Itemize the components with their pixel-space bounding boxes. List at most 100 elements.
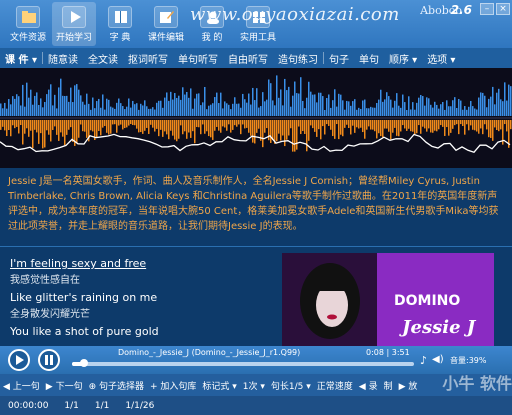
waveform-bar <box>306 120 308 152</box>
waveform-bar <box>80 120 82 125</box>
tool-start-learning[interactable]: 开始学习 <box>52 2 96 46</box>
waveform-bar <box>212 120 214 140</box>
waveform-bar <box>278 97 280 116</box>
waveform-bar <box>232 120 234 130</box>
waveform-bar <box>280 120 282 141</box>
waveform-bar <box>244 120 246 129</box>
waveform-bar <box>328 94 330 116</box>
sentence-length-dropdown[interactable]: 句长1/5 ▾ <box>268 379 314 392</box>
make-button[interactable]: 制 <box>381 379 396 392</box>
menu-full-read[interactable]: 全文读 <box>83 51 123 66</box>
speaker-icon[interactable]: ◀) <box>432 354 444 365</box>
audio-waveform[interactable] <box>0 68 512 168</box>
waveform-bar <box>300 120 302 135</box>
waveform-bar <box>428 98 430 116</box>
waveform-bar <box>400 120 402 132</box>
waveform-bar <box>298 93 300 116</box>
player-bar: Domino_-_Jessie_J (Domino_-_Jessie_J_r1.… <box>0 346 512 374</box>
menu-sentence-practice[interactable]: 造句练习 <box>273 51 323 66</box>
close-icon[interactable]: × <box>496 3 510 15</box>
menu-courseware[interactable]: 课 件 ▾ <box>0 51 42 66</box>
waveform-bar <box>368 108 370 116</box>
menu-options[interactable]: 选项 ▾ <box>422 51 460 66</box>
waveform-bar <box>278 120 280 134</box>
add-to-sentence-bank-button[interactable]: + 加入句库 <box>147 379 199 392</box>
waveform-bar <box>308 81 310 116</box>
tool-label: 文件资源 <box>9 33 46 43</box>
progress-handle[interactable] <box>79 359 88 367</box>
waveform-bar <box>64 120 66 146</box>
next-sentence-button[interactable]: ▶ 下一句 <box>43 379 86 392</box>
menu-sentences[interactable]: 句子 <box>324 51 354 66</box>
waveform-bar <box>442 102 444 116</box>
waveform-bar <box>234 97 236 116</box>
waveform-bar <box>58 120 60 141</box>
waveform-bar <box>230 109 232 116</box>
tool-courseware-edit[interactable]: 课件编辑 <box>144 2 188 46</box>
pause-button[interactable] <box>38 349 60 371</box>
waveform-bar <box>184 120 186 132</box>
waveform-bar <box>18 96 20 116</box>
waveform-bar <box>226 120 228 131</box>
marker-style-dropdown[interactable]: 标记式 ▾ <box>199 379 239 392</box>
waveform-bar <box>16 94 18 116</box>
waveform-bar <box>436 104 438 116</box>
waveform-bar <box>450 106 452 116</box>
tool-dictionary[interactable]: 字 典 <box>98 2 142 46</box>
waveform-bar <box>368 120 370 127</box>
repeat-count-dropdown[interactable]: 1次 ▾ <box>240 379 268 392</box>
tool-label: 字 典 <box>109 33 131 43</box>
waveform-bar <box>246 120 248 128</box>
play-button[interactable] <box>8 349 30 371</box>
menu-free-read[interactable]: 随意读 <box>43 51 83 66</box>
waveform-bar <box>116 120 118 133</box>
waveform-bar <box>384 99 386 116</box>
waveform-bar <box>218 120 220 131</box>
progress-bar[interactable] <box>72 362 414 366</box>
waveform-bar <box>104 120 106 127</box>
waveform-bar <box>442 120 444 127</box>
waveform-bar <box>270 120 272 143</box>
waveform-bar <box>302 120 304 132</box>
waveform-bar <box>270 83 272 116</box>
waveform-bar <box>210 120 212 138</box>
waveform-bar <box>24 106 26 116</box>
waveform-bar <box>78 120 80 138</box>
lyric-line-current[interactable]: I'm feeling sexy and free <box>10 257 146 270</box>
waveform-bar <box>80 95 82 116</box>
waveform-bar <box>310 91 312 116</box>
menu-order[interactable]: 顺序 ▾ <box>384 51 422 66</box>
menu-sentence-dictation[interactable]: 单句听写 <box>173 51 223 66</box>
waveform-bar <box>150 108 152 116</box>
waveform-bar <box>362 100 364 116</box>
menu-single-sentence[interactable]: 单句 <box>354 51 384 66</box>
prev-sentence-button[interactable]: ◀ 上一句 <box>0 379 43 392</box>
waveform-bar <box>334 89 336 116</box>
waveform-bar <box>286 90 288 116</box>
music-note-icon[interactable]: ♪ <box>420 354 427 367</box>
waveform-bar <box>484 95 486 116</box>
menu-word-dictation[interactable]: 抠词听写 <box>123 51 173 66</box>
waveform-bar <box>70 87 72 116</box>
play-back-button[interactable]: ▶ 放 <box>396 379 421 392</box>
waveform-bar <box>466 109 468 116</box>
waveform-bar <box>268 79 270 116</box>
waveform-bar <box>422 120 424 127</box>
waveform-bar <box>446 120 448 128</box>
waveform-bar <box>140 103 142 116</box>
menu-free-dictation[interactable]: 自由听写 <box>223 51 273 66</box>
waveform-bar <box>186 120 188 139</box>
speed-button[interactable]: 正常速度 <box>314 379 356 392</box>
minimize-icon[interactable]: – <box>480 3 494 15</box>
record-button[interactable]: ◀ 录 <box>356 379 381 392</box>
tool-file-resources[interactable]: 文件资源 <box>6 2 50 46</box>
lyric-line[interactable]: Like glitter's raining on me <box>10 291 157 304</box>
waveform-bar <box>484 120 486 125</box>
sentence-selector-button[interactable]: ⊕ 句子选择器 <box>86 379 147 392</box>
lyric-line[interactable]: You like a shot of pure gold <box>10 325 159 338</box>
waveform-bar <box>378 99 380 116</box>
waveform-bar <box>130 107 132 116</box>
volume-label[interactable]: 音量:39% <box>450 355 486 366</box>
waveform-bar <box>388 96 390 116</box>
waveform-bar <box>480 92 482 116</box>
